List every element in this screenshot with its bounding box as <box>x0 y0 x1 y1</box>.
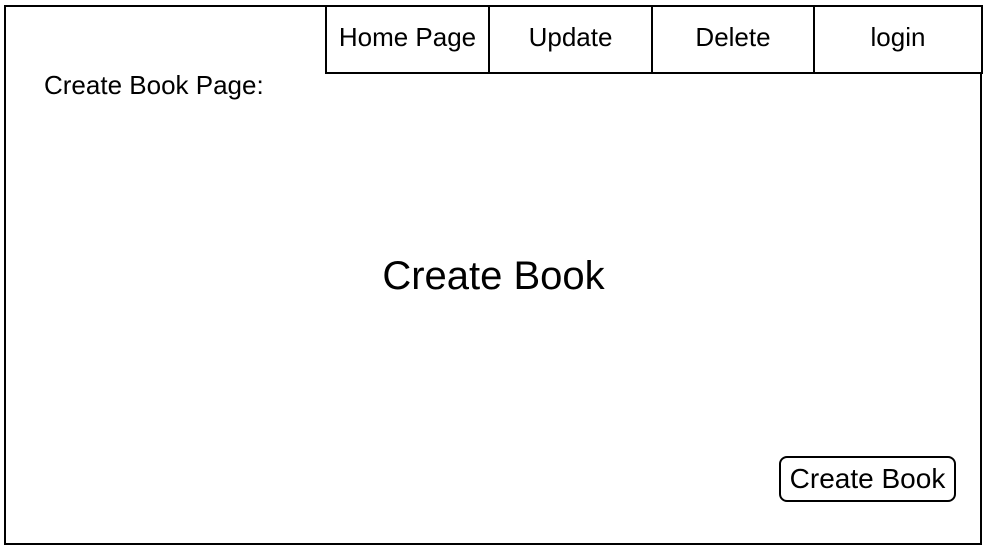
top-nav: Home Page Update Delete login <box>325 5 983 74</box>
page-label: Create Book Page: <box>44 70 264 100</box>
tab-update-label: Update <box>528 22 613 52</box>
tab-delete[interactable]: Delete <box>651 5 815 74</box>
page-title: Create Book <box>0 252 987 300</box>
tab-home-page-label: Home Page <box>338 22 477 52</box>
tab-home-page[interactable]: Home Page <box>325 5 490 74</box>
tab-login[interactable]: login <box>813 5 983 74</box>
create-book-button[interactable]: Create Book <box>779 456 956 502</box>
tab-delete-label: Delete <box>695 22 771 52</box>
tab-login-label: login <box>870 22 926 52</box>
tab-update[interactable]: Update <box>488 5 653 74</box>
page-title-text: Create Book <box>382 254 605 298</box>
